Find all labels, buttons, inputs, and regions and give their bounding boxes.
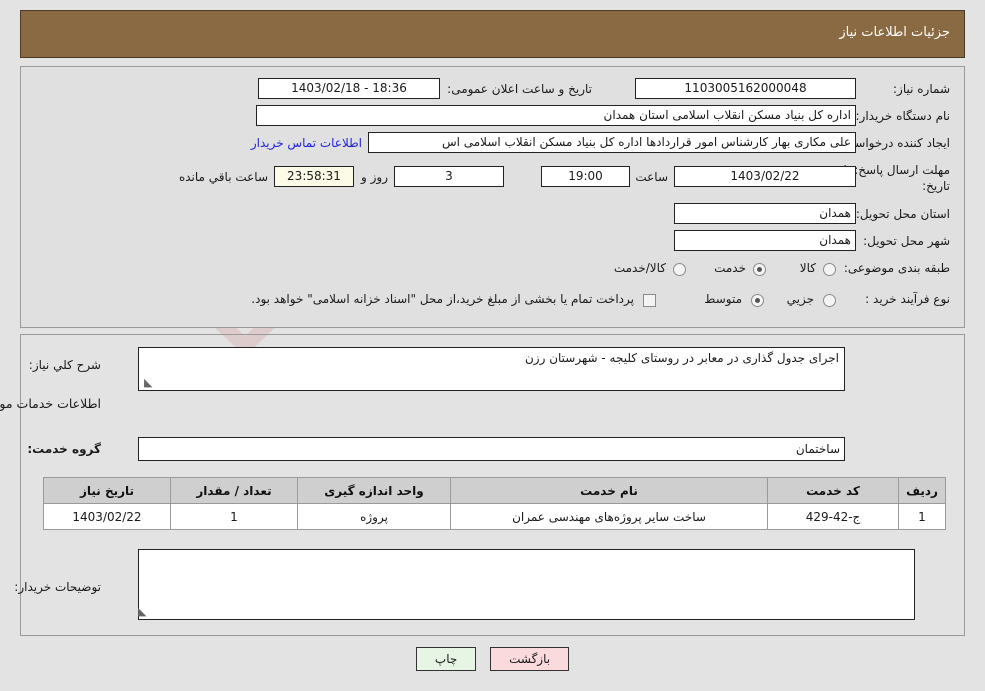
deadline-label-line2: تاریخ: xyxy=(922,179,950,193)
province-label: استان محل تحویل: xyxy=(855,207,950,221)
process-radio-motavaset[interactable] xyxy=(751,294,764,307)
request-creator-label: ایجاد کننده درخواست: xyxy=(839,136,950,150)
buyer-notes-label: توضیحات خریدار: xyxy=(14,580,101,594)
print-button[interactable]: چاپ xyxy=(415,647,477,671)
process-label-motavaset: متوسط xyxy=(704,292,742,306)
public-announce-label: تاریخ و ساعت اعلان عمومی: xyxy=(447,82,592,96)
category-label: طبقه بندی موضوعی: xyxy=(843,261,950,275)
buyer-org-value: اداره کل بنیاد مسکن انقلاب اسلامی استان … xyxy=(256,105,856,126)
cell-date: 1403/02/22 xyxy=(43,503,171,530)
button-bar: بازگشت چاپ xyxy=(0,647,985,671)
cell-quantity: 1 xyxy=(170,503,298,530)
treasury-bonds-checkbox[interactable] xyxy=(643,294,656,307)
process-label: نوع فرآیند خرید : xyxy=(865,292,950,306)
col-code: کد خدمت xyxy=(767,477,899,504)
category-radio-khedmat[interactable] xyxy=(753,263,766,276)
col-unit: واحد اندازه گیری xyxy=(297,477,451,504)
buyer-notes-resize-grip[interactable]: ◢ xyxy=(138,605,148,618)
table-row: 1 ج-42-429 ساخت سایر پروژه‌های مهندسی عم… xyxy=(43,503,946,530)
description-textarea[interactable]: اجرای جدول گذاری در معابر در روستای کلیج… xyxy=(138,347,845,391)
process-label-jozi: جزیي xyxy=(786,292,814,306)
deadline-label-line1: مهلت ارسال پاسخ: تا xyxy=(843,163,950,177)
cell-unit: پروژه xyxy=(297,503,451,530)
province-value: همدان xyxy=(674,203,856,224)
public-announce-value: 18:36 - 1403/02/18 xyxy=(258,78,440,99)
col-date: تاریخ نیاز xyxy=(43,477,171,504)
category-label-khedmat: خدمت xyxy=(714,261,746,275)
days-label: روز و xyxy=(361,170,388,184)
services-section-title: اطلاعات خدمات مورد نیاز xyxy=(0,396,101,411)
need-info-panel: شماره نیاز: 1103005162000048 تاریخ و ساع… xyxy=(20,66,965,328)
city-label: شهر محل تحویل: xyxy=(863,234,950,248)
category-label-kala: کالا xyxy=(799,261,816,275)
table-header-row: ردیف کد خدمت نام خدمت واحد اندازه گیری ت… xyxy=(43,477,946,504)
hour-label: ساعت xyxy=(635,170,668,184)
need-number-value: 1103005162000048 xyxy=(635,78,856,99)
remaining-days-value: 3 xyxy=(394,166,504,187)
col-name: نام خدمت xyxy=(450,477,768,504)
back-button[interactable]: بازگشت xyxy=(490,647,570,671)
page-title: جزئیات اطلاعات نیاز xyxy=(839,25,950,40)
remaining-hours-label: ساعت باقي مانده xyxy=(178,170,268,184)
service-group-label: گروه خدمت: xyxy=(27,442,101,456)
cell-index: 1 xyxy=(898,503,946,530)
page-header: جزئیات اطلاعات نیاز xyxy=(20,10,965,58)
service-group-value: ساختمان xyxy=(138,437,845,461)
cell-code: ج-42-429 xyxy=(767,503,899,530)
countdown-timer: 23:58:31 xyxy=(274,166,354,187)
request-creator-value: علی مکاری بهار کارشناس امور قراردادها اد… xyxy=(368,132,856,153)
col-index: ردیف xyxy=(898,477,946,504)
buyer-contact-link[interactable]: اطلاعات تماس خریدار xyxy=(251,136,362,150)
buyer-org-label: نام دستگاه خریدار: xyxy=(855,109,951,123)
description-resize-grip[interactable]: ◢ xyxy=(144,376,154,389)
col-quantity: تعداد / مقدار xyxy=(170,477,298,504)
description-label: شرح کلي نياز: xyxy=(28,358,101,372)
need-number-label: شماره نیاز: xyxy=(893,82,950,96)
category-label-kala-khedmat: کالا/خدمت xyxy=(613,261,666,275)
process-radio-jozi[interactable] xyxy=(823,294,836,307)
deadline-date-value: 1403/02/22 xyxy=(674,166,856,187)
city-value: همدان xyxy=(674,230,856,251)
buyer-notes-textarea[interactable] xyxy=(138,549,915,620)
cell-name: ساخت سایر پروژه‌های مهندسی عمران xyxy=(450,503,768,530)
treasury-bonds-label: پرداخت تمام یا بخشی از مبلغ خرید،از محل … xyxy=(251,292,634,306)
services-table: ردیف کد خدمت نام خدمت واحد اندازه گیری ت… xyxy=(43,477,946,530)
category-radio-kala-khedmat[interactable] xyxy=(673,263,686,276)
category-radio-kala[interactable] xyxy=(823,263,836,276)
deadline-time-value: 19:00 xyxy=(541,166,630,187)
